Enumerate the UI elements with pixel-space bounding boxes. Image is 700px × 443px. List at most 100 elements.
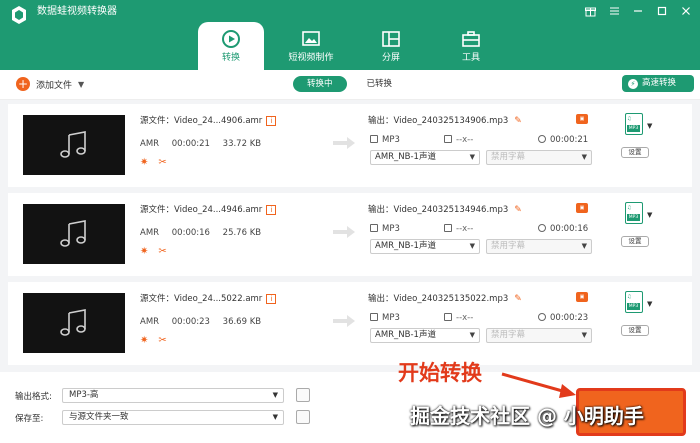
info-icon[interactable]: i	[266, 204, 277, 215]
edit-icon[interactable]: ✎	[514, 116, 522, 126]
magic-wand-icon[interactable]: ✷	[140, 157, 148, 168]
output-resolution: --x--	[444, 135, 473, 145]
source-format: AMR	[140, 317, 160, 327]
tab-short-video[interactable]: 短视频制作	[278, 22, 344, 70]
magic-wand-icon[interactable]: ✷	[140, 246, 148, 257]
gift-icon[interactable]	[582, 4, 598, 18]
clock-icon	[538, 313, 546, 321]
audio-track-select[interactable]: AMR_NB-1声道 ▼	[370, 239, 480, 254]
source-duration: 00:00:16	[171, 228, 210, 238]
source-duration: 00:00:23	[171, 317, 210, 327]
minimize-icon[interactable]	[630, 4, 646, 18]
compress-icon[interactable]: ▣	[576, 114, 588, 124]
clock-icon	[538, 224, 546, 232]
output-duration: 00:00:23	[538, 313, 588, 323]
window-controls	[582, 4, 694, 18]
toolbox-icon	[462, 31, 480, 47]
mp3-file-icon: ♫ MP3	[625, 291, 643, 313]
source-name-text: 源文件：Video_24...5022.amr	[140, 294, 263, 304]
tab-tools[interactable]: 工具	[438, 22, 504, 70]
magic-wand-icon[interactable]: ✷	[140, 335, 148, 346]
save-to-value: 与源文件夹一致	[69, 412, 129, 422]
short-video-icon	[302, 31, 320, 46]
output-resolution-text: --x--	[456, 224, 474, 234]
output-format-picker[interactable]: ♫ MP3 ▼ 设置	[621, 202, 657, 247]
chevron-down-icon[interactable]: ▼	[647, 211, 652, 219]
output-format-picker[interactable]: ♫ MP3 ▼ 设置	[621, 291, 657, 336]
add-file-label: 添加文件	[36, 80, 73, 91]
tab-converting[interactable]: 转换中	[293, 76, 347, 92]
file-row: 源文件：Video_24...5022.amr i AMR 00:00:23 36…	[8, 282, 692, 365]
output-name-text: 输出：Video_240325134946.mp3	[368, 205, 509, 215]
subtitle-select[interactable]: 禁用字幕 ▼	[486, 328, 592, 343]
chevron-down-icon[interactable]: ▼	[647, 122, 652, 130]
subtitle-select[interactable]: 禁用字幕 ▼	[486, 150, 592, 165]
output-file-name: 输出：Video_240325134946.mp3 ✎	[368, 203, 522, 215]
tab-split-screen-label: 分屏	[381, 53, 400, 63]
maximize-icon[interactable]	[654, 4, 670, 18]
tab-convert-label: 转换	[221, 53, 240, 63]
source-size: 25.76 KB	[222, 228, 262, 238]
mp3-file-icon: ♫ MP3	[625, 113, 643, 135]
compress-icon[interactable]: ▣	[576, 203, 588, 213]
film-icon	[370, 224, 378, 232]
convert-icon	[222, 30, 240, 48]
scissors-icon[interactable]: ✂	[158, 335, 166, 346]
source-tools: ✷ ✂	[140, 246, 167, 257]
mp3-file-icon: ♫ MP3	[625, 202, 643, 224]
folder-icon[interactable]	[296, 410, 310, 424]
tab-converted[interactable]: 已转换	[353, 76, 407, 92]
audio-track-select[interactable]: AMR_NB-1声道 ▼	[370, 328, 480, 343]
info-icon[interactable]: i	[266, 115, 277, 126]
audio-track-select[interactable]: AMR_NB-1声道 ▼	[370, 150, 480, 165]
scissors-icon[interactable]: ✂	[158, 157, 166, 168]
output-format-text: MP3	[382, 313, 400, 323]
scissors-icon[interactable]: ✂	[158, 246, 166, 257]
output-resolution-text: --x--	[456, 313, 474, 323]
video-thumbnail[interactable]	[23, 293, 125, 353]
output-resolution: --x--	[444, 313, 473, 323]
edit-icon[interactable]: ✎	[514, 294, 522, 304]
film-icon	[370, 135, 378, 143]
compress-icon[interactable]: ▣	[576, 292, 588, 302]
music-note-icon	[60, 220, 86, 247]
tab-tools-label: 工具	[461, 53, 480, 63]
menu-icon[interactable]	[606, 4, 622, 18]
tab-split-screen[interactable]: 分屏	[358, 22, 424, 70]
subtitle-select[interactable]: 禁用字幕 ▼	[486, 239, 592, 254]
settings-button[interactable]: 设置	[621, 236, 649, 247]
output-format-select[interactable]: MP3-高 ▼	[62, 388, 284, 403]
app-logo-icon	[12, 6, 26, 24]
annotation-arrow-icon	[501, 372, 576, 398]
chevron-down-icon: ▼	[469, 242, 475, 250]
output-format-picker[interactable]: ♫ MP3 ▼ 设置	[621, 113, 657, 158]
settings-button[interactable]: 设置	[621, 147, 649, 158]
chevron-down-icon[interactable]: ▼	[78, 80, 84, 89]
source-duration: 00:00:21	[171, 139, 210, 149]
source-format: AMR	[140, 228, 160, 238]
fast-convert-label: 高速转换	[642, 78, 677, 88]
music-note-icon	[60, 131, 86, 158]
video-thumbnail[interactable]	[23, 204, 125, 264]
watermark-text: 掘金技术社区 @ 小明助手	[410, 404, 644, 428]
save-to-select[interactable]: 与源文件夹一致 ▼	[62, 410, 284, 425]
output-format-value: MP3-高	[69, 390, 99, 400]
info-icon[interactable]: i	[266, 293, 277, 304]
edit-icon[interactable]: ✎	[514, 205, 522, 215]
add-file-button[interactable]: + 添加文件 ▼	[16, 77, 84, 91]
source-file-name: 源文件：Video_24...4946.amr i	[140, 203, 277, 215]
fast-convert-button[interactable]: ⚡ 高速转换	[622, 75, 694, 92]
video-thumbnail[interactable]	[23, 115, 125, 175]
close-icon[interactable]	[678, 4, 694, 18]
main-tabs: 转换 短视频制作 分屏 工具	[198, 22, 518, 70]
chevron-down-icon[interactable]: ▼	[647, 300, 652, 308]
format-settings-icon[interactable]	[296, 388, 310, 402]
source-file-name: 源文件：Video_24...5022.amr i	[140, 292, 277, 304]
settings-button[interactable]: 设置	[621, 325, 649, 336]
source-name-text: 源文件：Video_24...4946.amr	[140, 205, 263, 215]
tab-convert[interactable]: 转换	[198, 22, 264, 70]
source-meta: AMR 00:00:16 25.76 KB	[140, 228, 271, 238]
fmt-label: MP3	[627, 214, 640, 221]
arrow-right-icon	[333, 315, 355, 327]
status-segment: 转换中 已转换	[293, 76, 406, 92]
